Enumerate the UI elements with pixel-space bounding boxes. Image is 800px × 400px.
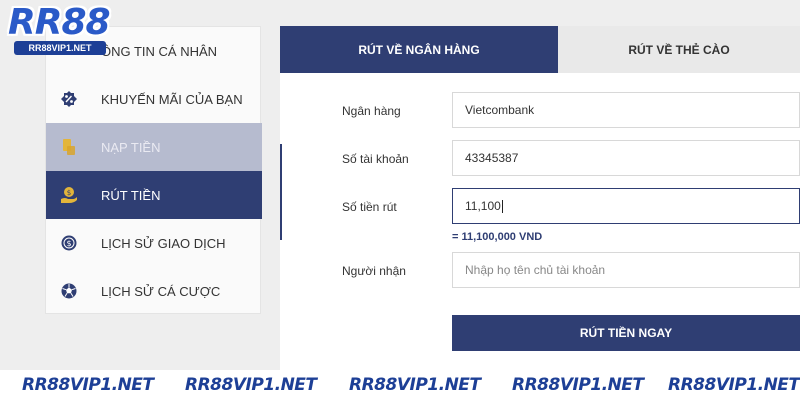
dollar-coin-icon: $ [60,234,78,252]
site-logo[interactable]: RR88 RR88VIP1.NET [0,0,118,62]
logo-title: RR88 [8,2,111,43]
footer-watermark: RR88VIP1.NET [22,375,154,395]
sidebar-item-label: KHUYẾN MÃI CỦA BẠN [101,91,243,107]
logo-subtitle: RR88VIP1.NET [14,41,106,55]
sidebar-item-label: LỊCH SỬ CÁ CƯỢC [101,283,221,299]
deposit-icon [60,138,78,156]
recipient-name-field[interactable]: Nhập họ tên chủ tài khoản [452,252,800,288]
footer-watermark: RR88VIP1.NET [185,375,317,395]
sidebar-item-label: NẠP TIỀN [101,139,161,155]
account-sidebar: ÔNG TIN CÁ NHÂN KHUYẾN MÃI CỦA BẠN NẠP T… [45,26,262,315]
footer-watermark: RR88VIP1.NET [668,375,800,395]
soccer-ball-icon [60,282,78,300]
bank-field[interactable]: Vietcombank [452,92,800,128]
tab-label: RÚT VỀ THẺ CÀO [628,42,730,57]
text-caret [501,200,503,214]
sidebar-item-withdraw[interactable]: $ RÚT TIỀN [46,171,262,219]
sidebar-item-bet-history[interactable]: LỊCH SỬ CÁ CƯỢC [46,267,262,315]
withdraw-hand-coin-icon: $ [60,186,78,204]
sidebar-item-promotions[interactable]: KHUYẾN MÃI CỦA BẠN [46,75,262,123]
tab-withdraw-to-bank[interactable]: RÚT VỀ NGÂN HÀNG [280,26,558,73]
withdraw-now-button[interactable]: RÚT TIỀN NGAY [452,315,800,351]
withdraw-now-label: RÚT TIỀN NGAY [579,326,673,340]
sidebar-item-transaction-history[interactable]: $ LỊCH SỬ GIAO DỊCH [46,219,262,267]
bank-label: Ngân hàng [342,104,401,118]
amount-label: Số tiền rút [342,200,397,214]
sidebar-item-label: ÔNG TIN CÁ NHÂN [101,43,218,59]
svg-text:$: $ [66,239,71,248]
sidebar-item-label: RÚT TIỀN [101,187,161,203]
svg-text:$: $ [67,189,71,197]
footer-watermark: RR88VIP1.NET [349,375,481,395]
tab-withdraw-to-card[interactable]: RÚT VỀ THẺ CÀO [558,26,800,73]
footer-watermark: RR88VIP1.NET [512,375,644,395]
sidebar-item-label: LỊCH SỬ GIAO DỊCH [101,235,226,251]
footer-watermark-strip: RR88VIP1.NET RR88VIP1.NET RR88VIP1.NET R… [0,370,800,400]
tab-label: RÚT VỀ NGÂN HÀNG [358,42,480,57]
withdraw-panel: RÚT VỀ NGÂN HÀNG RÚT VỀ THẺ CÀO Ngân hàn… [280,26,800,370]
account-number-label: Số tài khoản [342,152,409,166]
account-number-value: 43345387 [465,151,519,165]
amount-conversion-hint: = 11,100,000 VND [452,231,543,243]
recipient-label: Người nhận [342,264,406,278]
recipient-placeholder: Nhập họ tên chủ tài khoản [465,263,606,277]
discount-badge-icon [60,90,78,108]
sidebar-item-deposit[interactable]: NẠP TIỀN [46,123,262,171]
bank-value: Vietcombank [465,103,535,117]
amount-field[interactable]: 11,100 [452,188,800,224]
amount-value: 11,100 [465,199,501,213]
account-number-field[interactable]: 43345387 [452,140,800,176]
panel-divider [280,144,282,240]
